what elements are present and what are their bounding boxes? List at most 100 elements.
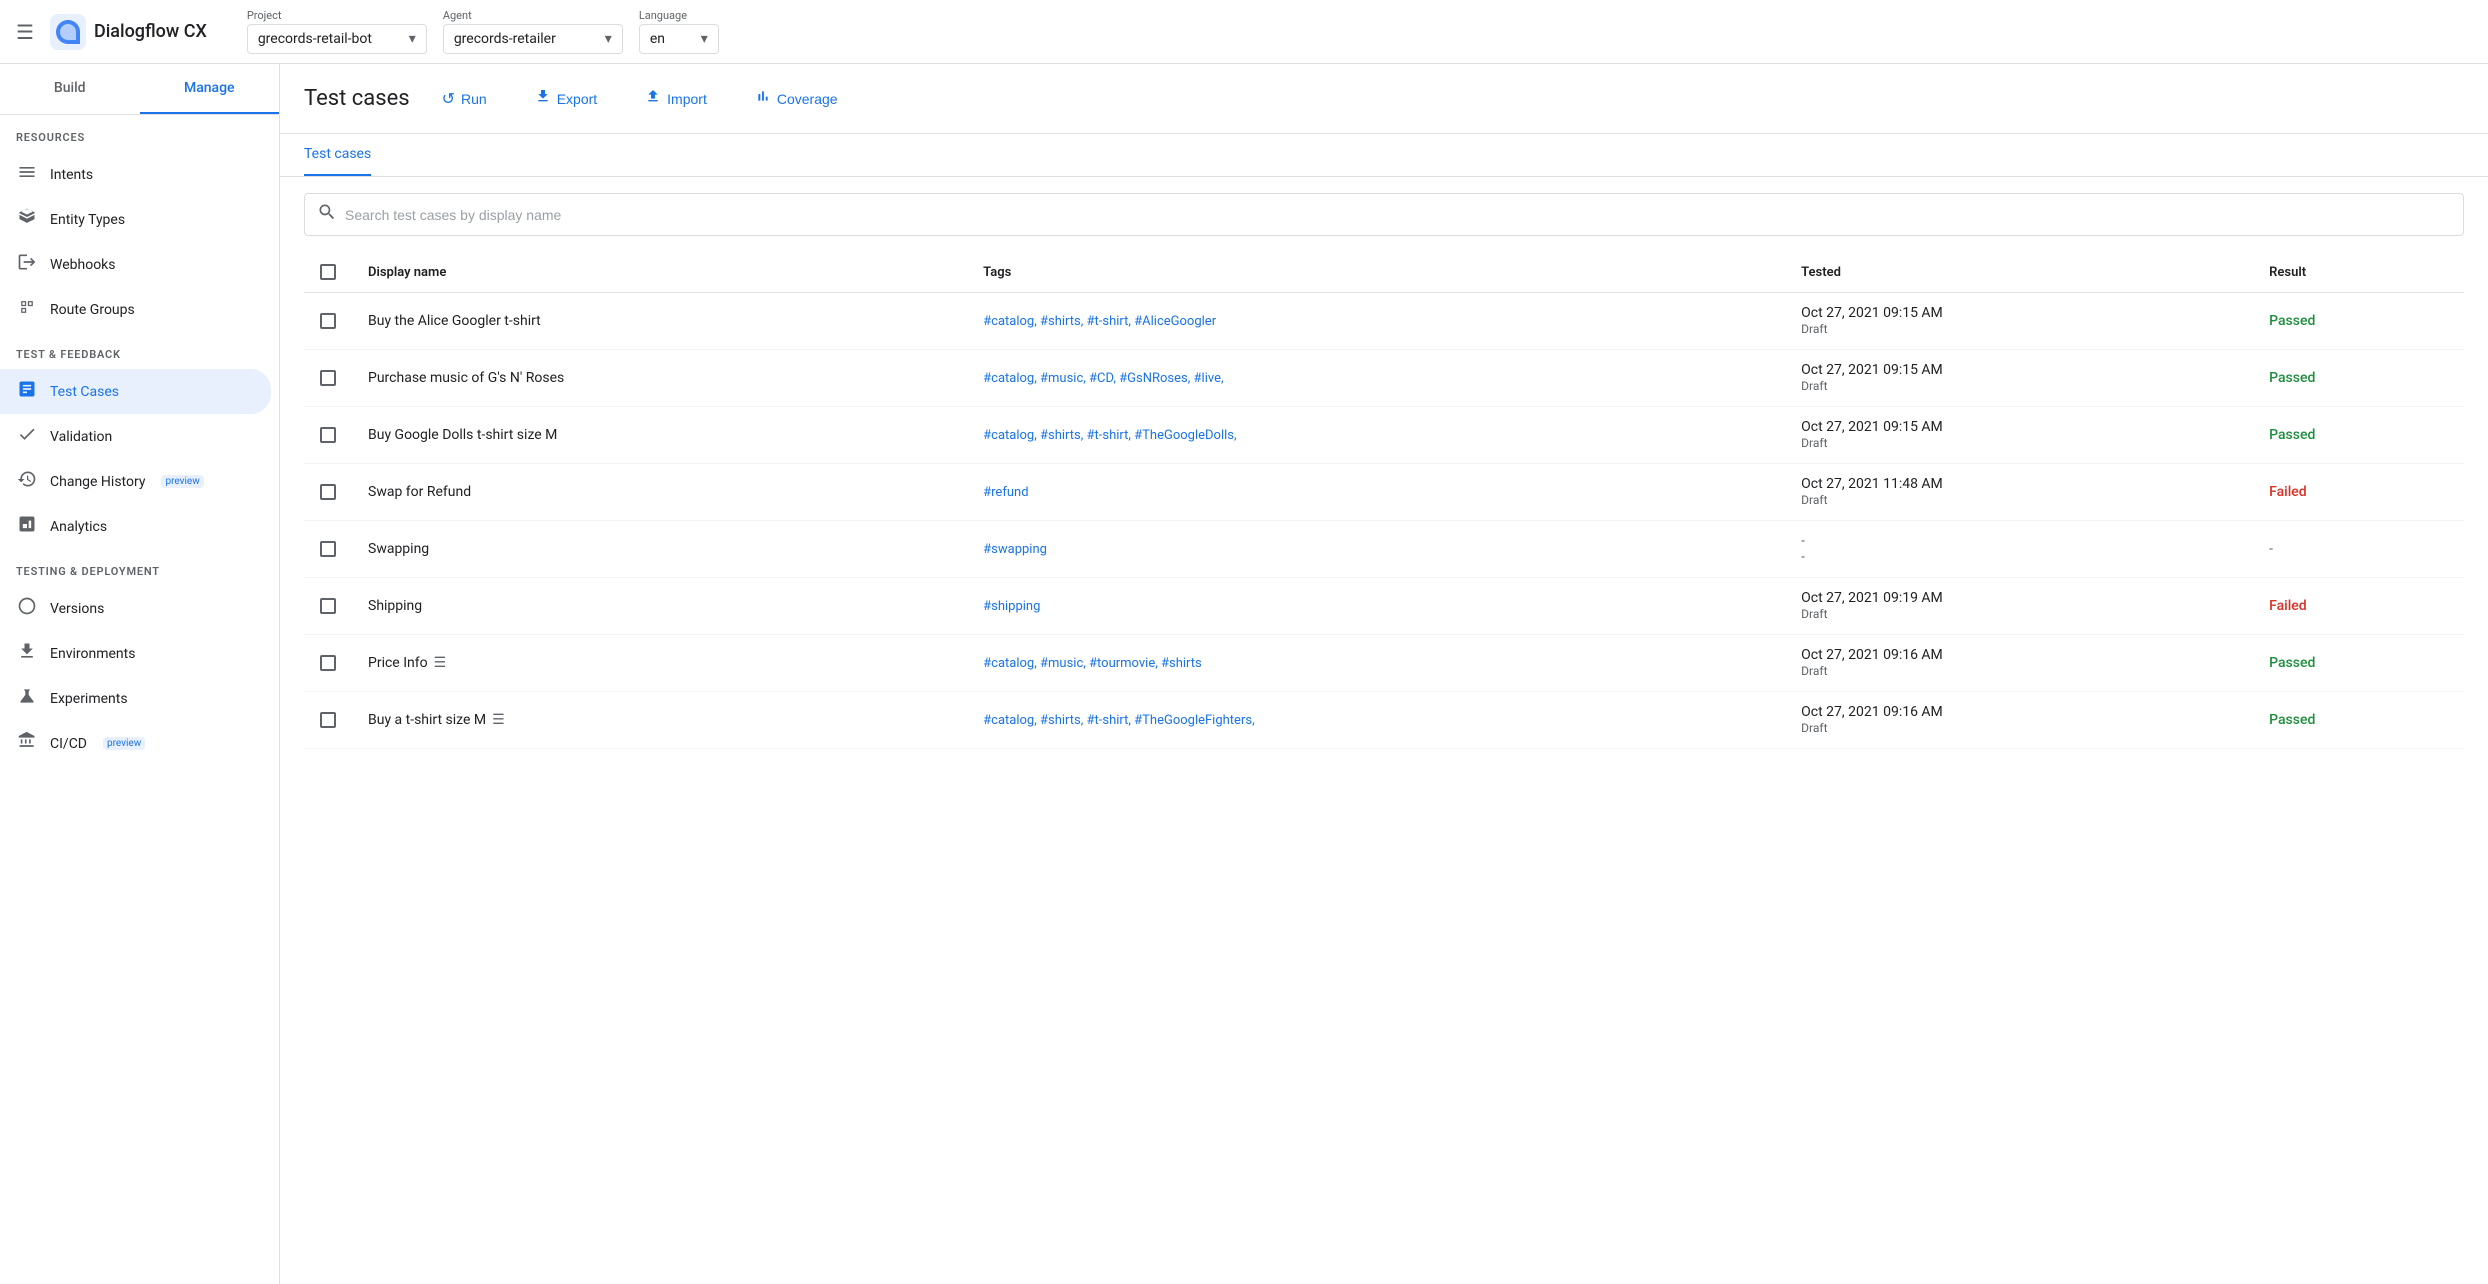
display-name-cell[interactable]: Swapping [368, 541, 951, 557]
content-area: Test cases ↺ Run Export Import [280, 64, 2488, 1284]
tags-cell: #refund [967, 464, 1785, 521]
tested-date: Oct 27, 2021 09:15 AM [1801, 419, 1943, 435]
app-logo: Dialogflow CX [50, 14, 207, 50]
run-button[interactable]: ↺ Run [426, 81, 503, 117]
table-header-row: Display name Tags Tested Result [304, 252, 2464, 293]
display-name-cell[interactable]: Swap for Refund [368, 484, 951, 500]
result-cell: Failed [2253, 464, 2464, 521]
sidebar-item-intents[interactable]: Intents [0, 152, 271, 197]
export-button[interactable]: Export [519, 80, 613, 117]
tested-cell: Oct 27, 2021 11:48 AMDraft [1785, 464, 2253, 521]
row-checkbox-3[interactable] [320, 427, 336, 443]
sidebar-item-versions[interactable]: Versions [0, 586, 271, 631]
row-checkbox-1[interactable] [320, 313, 336, 329]
language-select[interactable]: en ▾ [639, 24, 719, 54]
tested-cell: Oct 27, 2021 09:15 AMDraft [1785, 293, 2253, 350]
result-passed: Passed [2269, 313, 2315, 329]
display-name-cell[interactable]: Buy Google Dolls t-shirt size M [368, 427, 951, 443]
sidebar-item-cicd[interactable]: CI/CD preview [0, 721, 271, 766]
result-passed: Passed [2269, 370, 2315, 386]
tags-cell: #swapping [967, 521, 1785, 578]
agent-select[interactable]: grecords-retailer ▾ [443, 24, 623, 54]
sidebar-item-experiments[interactable]: Experiments [0, 676, 271, 721]
import-label: Import [667, 91, 707, 107]
tags-cell: #catalog, #shirts, #t-shirt, #AliceGoogl… [967, 293, 1785, 350]
sidebar: Build Manage RESOURCES Intents Entity Ty… [0, 64, 280, 1284]
change-history-preview-badge: preview [161, 475, 203, 488]
display-name-cell[interactable]: Buy a t-shirt size M ☰ [368, 712, 951, 728]
dialogflow-logo-icon [50, 14, 86, 50]
sidebar-item-test-cases[interactable]: Test Cases [0, 369, 271, 414]
import-button[interactable]: Import [629, 80, 723, 117]
coverage-icon [755, 88, 771, 109]
result-passed: Passed [2269, 427, 2315, 443]
display-name-cell[interactable]: Price Info ☰ [368, 655, 951, 671]
tested-cell: Oct 27, 2021 09:15 AMDraft [1785, 350, 2253, 407]
sidebar-item-validation[interactable]: Validation [0, 414, 271, 459]
sidebar-item-entity-types[interactable]: Entity Types [0, 197, 271, 242]
webhooks-icon [16, 252, 38, 277]
table-row: Price Info ☰#catalog, #music, #tourmovie… [304, 635, 2464, 692]
versions-label: Versions [50, 601, 104, 617]
analytics-icon [16, 514, 38, 539]
entity-types-label: Entity Types [50, 212, 125, 228]
result-dash: - [2269, 541, 2273, 557]
tested-cell: Oct 27, 2021 09:16 AMDraft [1785, 635, 2253, 692]
display-name-cell[interactable]: Shipping [368, 598, 951, 614]
sidebar-item-route-groups[interactable]: Route Groups [0, 287, 271, 332]
cicd-icon [16, 731, 38, 756]
row-checkbox-6[interactable] [320, 598, 336, 614]
webhooks-label: Webhooks [50, 257, 116, 273]
tab-build[interactable]: Build [0, 64, 140, 114]
select-all-header[interactable] [304, 252, 352, 293]
topbar: ☰ Dialogflow CX Project grecords-retail-… [0, 0, 2488, 64]
search-icon [317, 202, 337, 227]
sidebar-item-analytics[interactable]: Analytics [0, 504, 271, 549]
tab-bar: Test cases [280, 134, 2488, 177]
result-passed: Passed [2269, 655, 2315, 671]
tab-manage[interactable]: Manage [140, 64, 280, 114]
display-name-cell[interactable]: Purchase music of G's N' Roses [368, 370, 951, 386]
tested-status: Draft [1801, 322, 1827, 336]
project-select[interactable]: grecords-retail-bot ▾ [247, 24, 427, 54]
test-cases-table: Display name Tags Tested Result Buy the … [304, 252, 2464, 749]
hamburger-menu[interactable]: ☰ [16, 20, 34, 44]
row-checkbox-4[interactable] [320, 484, 336, 500]
row-checkbox-2[interactable] [320, 370, 336, 386]
table-row: Swap for Refund #refundOct 27, 2021 11:48… [304, 464, 2464, 521]
import-icon [645, 88, 661, 109]
row-checkbox-7[interactable] [320, 655, 336, 671]
tags-cell: #shipping [967, 578, 1785, 635]
tested-date: Oct 27, 2021 09:15 AM [1801, 362, 1943, 378]
row-checkbox-8[interactable] [320, 712, 336, 728]
tab-test-cases[interactable]: Test cases [304, 134, 371, 176]
validation-label: Validation [50, 429, 112, 445]
coverage-button[interactable]: Coverage [739, 80, 854, 117]
tested-status: Draft [1801, 664, 1827, 678]
project-chevron-icon: ▾ [409, 31, 416, 47]
section-test-feedback: TEST & FEEDBACK [0, 332, 279, 369]
intents-icon [16, 162, 38, 187]
cicd-preview-badge: preview [103, 737, 145, 750]
table-container: Display name Tags Tested Result Buy the … [280, 252, 2488, 749]
project-select-group: Project grecords-retail-bot ▾ [247, 9, 427, 54]
sidebar-item-environments[interactable]: Environments [0, 631, 271, 676]
row-checkbox-5[interactable] [320, 541, 336, 557]
sidebar-item-change-history[interactable]: Change History preview [0, 459, 271, 504]
tested-dash: -- [1801, 533, 1805, 565]
language-label: Language [639, 9, 719, 22]
result-cell: Passed [2253, 293, 2464, 350]
search-input[interactable] [345, 207, 2451, 223]
page-title: Test cases [304, 86, 410, 111]
result-cell: Passed [2253, 635, 2464, 692]
col-display-name: Display name [352, 252, 967, 293]
test-cases-label: Test Cases [50, 384, 119, 400]
sidebar-item-webhooks[interactable]: Webhooks [0, 242, 271, 287]
agent-label: Agent [443, 9, 623, 22]
agent-select-group: Agent grecords-retailer ▾ [443, 9, 623, 54]
display-name-cell[interactable]: Buy the Alice Googler t-shirt [368, 313, 951, 329]
project-label: Project [247, 9, 427, 22]
select-all-checkbox[interactable] [320, 264, 336, 280]
environments-label: Environments [50, 646, 135, 662]
run-icon: ↺ [442, 89, 455, 109]
